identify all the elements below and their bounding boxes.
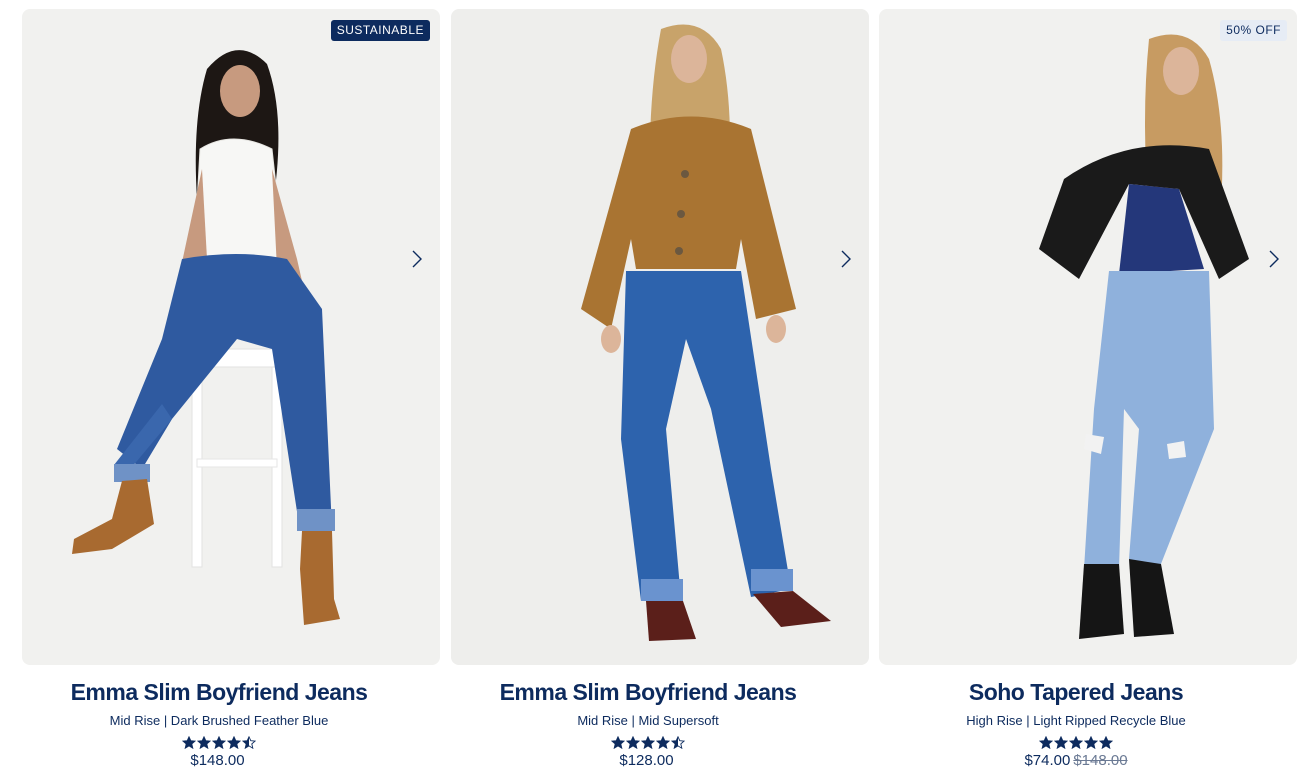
original-price: $148.00 — [1073, 752, 1128, 769]
star-rating — [10, 736, 428, 749]
product-photo — [72, 50, 340, 625]
star-icon — [227, 736, 241, 749]
star-icon — [1054, 736, 1068, 749]
star-rating — [439, 736, 857, 749]
chevron-right-icon — [841, 250, 851, 268]
product-image[interactable]: 50% OFF — [879, 9, 1297, 665]
star-icon — [1039, 736, 1053, 749]
product-price: $128.00 — [619, 752, 674, 769]
product-info: Soho Tapered Jeans High Rise | Light Rip… — [867, 677, 1285, 770]
product-info: Emma Slim Boyfriend Jeans Mid Rise | Mid… — [439, 677, 857, 770]
product-title[interactable]: Emma Slim Boyfriend Jeans — [439, 677, 857, 707]
chevron-right-icon — [412, 250, 422, 268]
product-card[interactable]: Emma Slim Boyfriend Jeans Mid Rise | Mid… — [451, 9, 869, 770]
product-image[interactable]: SUSTAINABLE — [22, 9, 440, 665]
product-badge: SUSTAINABLE — [330, 20, 430, 41]
product-image[interactable] — [451, 9, 869, 665]
star-icon — [182, 736, 196, 749]
chevron-right-icon — [1269, 250, 1279, 268]
product-card[interactable]: 50% OFF Soho Tapered Jeans High Rise | L… — [879, 9, 1297, 770]
product-photo — [581, 24, 831, 641]
product-price-row: $74.00 $148.00 — [867, 752, 1285, 770]
product-price: $74.00 — [1024, 752, 1071, 769]
star-icon — [1069, 736, 1083, 749]
star-icon — [626, 736, 640, 749]
product-grid: SUSTAINABLE Emma Slim Boyfriend Jeans Mi… — [0, 0, 1302, 782]
star-icon — [242, 736, 256, 749]
product-title[interactable]: Emma Slim Boyfriend Jeans — [10, 677, 428, 707]
product-price-row: $128.00 — [439, 752, 857, 770]
product-title[interactable]: Soho Tapered Jeans — [867, 677, 1285, 707]
product-card[interactable]: SUSTAINABLE Emma Slim Boyfriend Jeans Mi… — [22, 9, 440, 770]
star-rating — [867, 736, 1285, 749]
star-icon — [212, 736, 226, 749]
next-image-button[interactable] — [833, 247, 857, 271]
star-icon — [1099, 736, 1113, 749]
star-icon — [611, 736, 625, 749]
product-price-row: $148.00 — [10, 752, 428, 770]
star-icon — [671, 736, 685, 749]
product-price: $148.00 — [190, 752, 245, 769]
product-subtitle: Mid Rise | Mid Supersoft — [577, 713, 719, 728]
star-icon — [641, 736, 655, 749]
star-icon — [1084, 736, 1098, 749]
product-info: Emma Slim Boyfriend Jeans Mid Rise | Dar… — [10, 677, 428, 770]
product-subtitle: High Rise | Light Ripped Recycle Blue — [966, 713, 1186, 728]
product-subtitle: Mid Rise | Dark Brushed Feather Blue — [109, 713, 329, 728]
next-image-button[interactable] — [1261, 247, 1285, 271]
star-icon — [197, 736, 211, 749]
product-badge: 50% OFF — [1220, 20, 1287, 41]
product-photo — [1039, 34, 1249, 639]
next-image-button[interactable] — [404, 247, 428, 271]
star-icon — [656, 736, 670, 749]
